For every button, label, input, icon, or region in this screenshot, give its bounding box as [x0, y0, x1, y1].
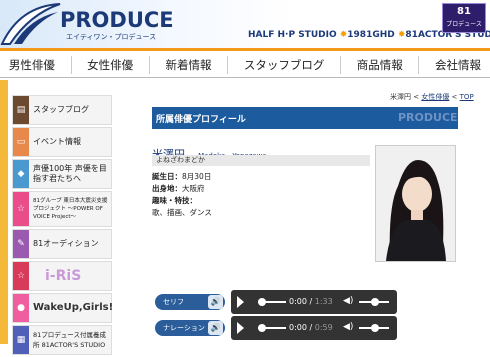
- sidebar-item-label: i-RiS: [45, 268, 82, 284]
- sidebar-item-seiyu100[interactable]: ◆ 声優100年 声優を目指す君たちへ: [12, 159, 112, 189]
- sidebar-item-wakeup-girls[interactable]: ● WakeUp,Girls!: [12, 293, 114, 323]
- badge-label: プロデュース: [446, 21, 482, 28]
- sidebar: ▤ スタッフブログ ▭ イベント情報 ◆ 声優100年 声優を目指す君たちへ ☆…: [12, 95, 114, 357]
- badge-number: 81: [457, 6, 471, 17]
- actor-photo: [375, 145, 456, 262]
- actor-info: 誕生日：8月30日 出身地：大阪府 趣味・特技： 歌、描画、ダンス: [152, 171, 212, 219]
- header-divider: [0, 48, 490, 51]
- nav-divider: [340, 56, 342, 74]
- left-decoration: [0, 80, 8, 344]
- nav-staff-blog[interactable]: スタッフブログ: [242, 57, 327, 73]
- nav-divider: [227, 56, 229, 74]
- volume-icon[interactable]: ◀): [343, 322, 353, 332]
- sidebar-item-staff-blog[interactable]: ▤ スタッフブログ: [12, 95, 112, 125]
- play-icon[interactable]: [237, 322, 244, 334]
- nav-divider: [418, 56, 420, 74]
- seek-knob[interactable]: [258, 324, 266, 332]
- current-time: 0:00: [289, 323, 307, 332]
- sidebar-item-power-of-voice[interactable]: ☆ 81グループ 東日本大震災支援プロジェクト ～POWER OF VOICE …: [12, 191, 112, 227]
- breadcrumb-current: 米澤円: [390, 93, 411, 101]
- studio-icon: ▦: [13, 326, 29, 354]
- star-icon: ☆: [13, 192, 29, 226]
- star-icon: ☆: [13, 262, 29, 290]
- birthplace-value: 大阪府: [182, 184, 205, 193]
- sidebar-item-iris[interactable]: ☆ i-RiS: [12, 261, 112, 291]
- sidebar-item-label: スタッフブログ: [33, 105, 89, 114]
- nav-products[interactable]: 商品情報: [355, 57, 405, 73]
- audio-player-narration: 0:00 / 0:59 ◀): [231, 316, 397, 340]
- mic-icon: ◆: [13, 160, 29, 188]
- birthplace-label: 出身地：: [152, 184, 182, 193]
- sidebar-item-label: 声優100年 声優を目指す君たちへ: [33, 164, 107, 183]
- breadcrumb-female-actors[interactable]: 女性俳優: [421, 93, 449, 101]
- birthday-row: 誕生日：8月30日: [152, 171, 212, 183]
- sidebar-item-label: イベント情報: [33, 137, 81, 146]
- time-display: 0:00 / 0:59: [289, 323, 333, 332]
- section-title: 所属俳優プロフィール: [156, 115, 246, 125]
- nav-divider: [70, 56, 72, 74]
- book-icon: ▤: [13, 96, 29, 124]
- volume-knob[interactable]: [371, 324, 379, 332]
- breadcrumb-separator: <: [411, 93, 422, 101]
- actor-name-kana: よねざわまどか: [152, 155, 370, 166]
- audio-player-serif: 0:00 / 1:33 ◀): [231, 290, 397, 314]
- profile-section-header: 所属俳優プロフィール PRODUCE: [152, 107, 458, 129]
- audition-icon: ✎: [13, 230, 29, 258]
- total-time: 0:59: [314, 323, 333, 332]
- serif-button[interactable]: セリフ 🔊: [155, 294, 225, 310]
- sidebar-item-label: 81グループ 東日本大震災支援プロジェクト ～POWER OF VOICE Pr…: [33, 198, 108, 220]
- logo-subtitle: エイティワン・プロデュース: [66, 33, 157, 41]
- sidebar-item-label: WakeUp,Girls!: [33, 302, 114, 313]
- sidebar-item-events[interactable]: ▭ イベント情報: [12, 127, 112, 157]
- studio-link-half-hp[interactable]: HALF H·P STUDIO: [248, 30, 337, 40]
- total-time: 1:33: [314, 297, 333, 306]
- dot-icon: ●: [13, 294, 29, 322]
- main-nav: 男性俳優 女性俳優 新着情報 スタッフブログ 商品情報 会社情報: [0, 53, 490, 78]
- logo-text[interactable]: PRODUCE: [60, 8, 174, 32]
- breadcrumb-separator: <: [449, 93, 460, 101]
- speaker-icon: 🔊: [208, 295, 223, 309]
- hobby-label: 趣味・特技：: [152, 196, 197, 205]
- sidebar-item-label: 81プロデュース付属養成所 81ACTOR'S STUDIO: [33, 331, 106, 349]
- studio-link-1981ghd[interactable]: 1981GHD: [347, 30, 394, 40]
- serif-label: セリフ: [163, 298, 184, 306]
- sidebar-item-label: 81オーディション: [33, 239, 99, 248]
- sidebar-item-audition[interactable]: ✎ 81オーディション: [12, 229, 112, 259]
- breadcrumb: 米澤円 < 女性俳優 < TOP: [390, 92, 474, 102]
- section-watermark: PRODUCE: [398, 111, 458, 124]
- nav-divider: [148, 56, 150, 74]
- 81produce-badge[interactable]: 81 プロデュース: [442, 3, 486, 33]
- nav-female-actors[interactable]: 女性俳優: [85, 57, 135, 73]
- volume-icon[interactable]: ◀): [343, 296, 353, 306]
- ticket-icon: ▭: [13, 128, 29, 156]
- speaker-icon: 🔊: [208, 321, 223, 335]
- birthday-value: 8月30日: [182, 172, 212, 181]
- birthday-label: 誕生日：: [152, 172, 182, 181]
- hobby-value: 歌、描画、ダンス: [152, 208, 212, 217]
- narration-label: ナレーション: [163, 324, 205, 332]
- birthplace-row: 出身地：大阪府: [152, 183, 212, 195]
- volume-knob[interactable]: [371, 298, 379, 306]
- portrait-image: [376, 146, 455, 261]
- nav-news[interactable]: 新着情報: [164, 57, 214, 73]
- breadcrumb-top[interactable]: TOP: [460, 93, 474, 101]
- nav-male-actors[interactable]: 男性俳優: [7, 57, 57, 73]
- current-time: 0:00: [289, 297, 307, 306]
- play-icon[interactable]: [237, 296, 244, 308]
- hobby-row: 趣味・特技：: [152, 195, 212, 207]
- site-header: PRODUCE エイティワン・プロデュース HALF H·P STUDIO ✸1…: [0, 0, 490, 48]
- produce-logo-icon: [0, 3, 61, 45]
- seek-knob[interactable]: [258, 298, 266, 306]
- time-display: 0:00 / 1:33: [289, 297, 333, 306]
- nav-company[interactable]: 会社情報: [433, 57, 483, 73]
- sidebar-item-actors-studio[interactable]: ▦ 81プロデュース付属養成所 81ACTOR'S STUDIO: [12, 325, 112, 355]
- narration-button[interactable]: ナレーション 🔊: [155, 320, 225, 336]
